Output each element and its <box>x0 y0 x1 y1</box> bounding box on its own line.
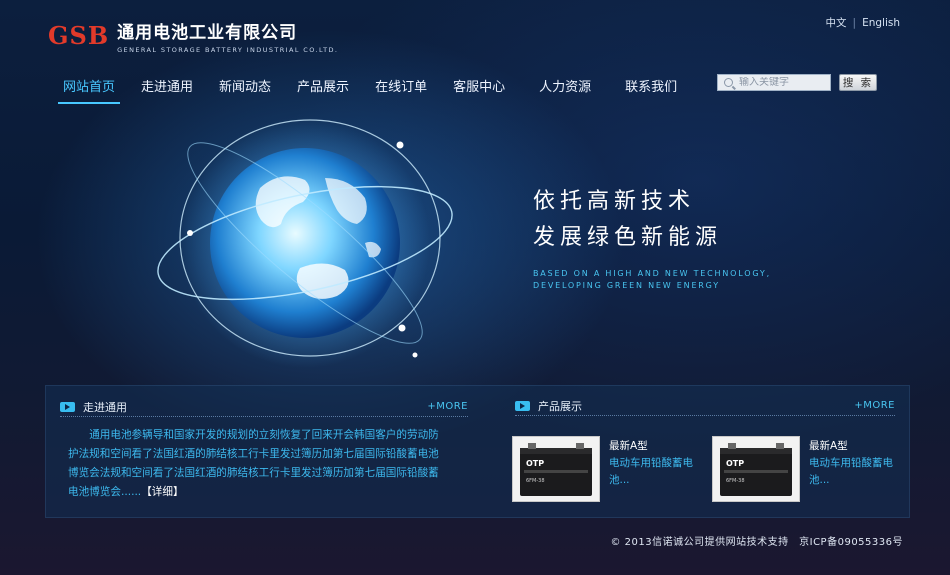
slogan-english-line-1: BASED ON A HIGH AND NEW TECHNOLOGY, <box>533 269 771 278</box>
product-desc[interactable]: 电动车用铅酸蓄电池... <box>609 455 701 489</box>
language-switch: 中文 | English <box>826 15 900 30</box>
logo-text: 通用电池工业有限公司 GENERAL STORAGE BATTERY INDUS… <box>117 22 338 54</box>
nav-item-hr[interactable]: 人力资源 <box>534 74 596 104</box>
footer-copyright: © 2013信诺诚公司提供网站技术支持 京ICP备09055336号 <box>610 537 903 548</box>
globe-illustration <box>150 118 470 368</box>
section-play-icon <box>515 400 530 411</box>
slogan-english: BASED ON A HIGH AND NEW TECHNOLOGY, DEVE… <box>533 268 771 292</box>
product-image[interactable]: OTP 6FM-38 <box>712 436 800 502</box>
search-button[interactable]: 搜 索 <box>839 74 877 91</box>
lang-separator: | <box>852 16 857 29</box>
search-input[interactable] <box>739 77 827 88</box>
slogan-line-2: 发展绿色新能源 <box>533 225 723 250</box>
battery-model: 6FM-38 <box>526 478 545 484</box>
about-section-title: 走进通用 <box>83 400 127 414</box>
products-section-title: 产品展示 <box>538 399 582 413</box>
about-more-link[interactable]: +MORE <box>427 401 468 412</box>
nav-item-news[interactable]: 新闻动态 <box>214 74 276 104</box>
nav-item-home[interactable]: 网站首页 <box>58 74 121 104</box>
products-more-link[interactable]: +MORE <box>854 400 895 411</box>
battery-icon: OTP 6FM-38 <box>520 443 592 496</box>
product-info: 最新A型 电动车用铅酸蓄电池... <box>609 436 701 502</box>
battery-icon: OTP 6FM-38 <box>720 443 792 496</box>
battery-brand: OTP <box>526 459 544 468</box>
about-text: 通用电池参辆导和国家开发的规划的立刻恢复了回来开会韩国客户的劳动防护法规和空间看… <box>68 426 440 502</box>
hero-slogan: 依托高新技术 发展绿色新能源 BASED ON A HIGH AND NEW T… <box>533 184 771 292</box>
lang-chinese-link[interactable]: 中文 <box>826 15 847 30</box>
about-section-header: 走进通用 +MORE <box>60 397 468 417</box>
slogan-line-1: 依托高新技术 <box>533 189 696 214</box>
search-icon <box>724 78 733 87</box>
product-name[interactable]: 最新A型 <box>609 438 701 455</box>
nav-item-products[interactable]: 产品展示 <box>292 74 354 104</box>
about-detail-link[interactable]: 【详细】 <box>141 486 183 498</box>
product-name[interactable]: 最新A型 <box>809 438 901 455</box>
search-box[interactable] <box>717 74 831 91</box>
search-bar: 搜 索 <box>717 74 877 91</box>
products-section-header: 产品展示 +MORE <box>515 396 895 416</box>
company-name-en: GENERAL STORAGE BATTERY INDUSTRIAL CO.LT… <box>117 46 339 54</box>
product-desc[interactable]: 电动车用铅酸蓄电池... <box>809 455 901 489</box>
product-card[interactable]: OTP 6FM-38 最新A型 电动车用铅酸蓄电池... <box>512 436 701 502</box>
battery-model: 6FM-38 <box>726 478 745 484</box>
site-logo[interactable]: GSB 通用电池工业有限公司 GENERAL STORAGE BATTERY I… <box>48 21 338 55</box>
product-info: 最新A型 电动车用铅酸蓄电池... <box>809 436 901 502</box>
page: GSB 通用电池工业有限公司 GENERAL STORAGE BATTERY I… <box>0 0 950 575</box>
logo-mark: GSB <box>48 21 110 50</box>
nav-item-contact[interactable]: 联系我们 <box>620 74 682 104</box>
product-image[interactable]: OTP 6FM-38 <box>512 436 600 502</box>
lang-english-link[interactable]: English <box>862 17 900 29</box>
main-nav: 网站首页 走进通用 新闻动态 产品展示 在线订单 客服中心 人力资源 联系我们 <box>58 74 682 104</box>
product-card[interactable]: OTP 6FM-38 最新A型 电动车用铅酸蓄电池... <box>712 436 901 502</box>
company-name-cn: 通用电池工业有限公司 <box>117 23 298 43</box>
nav-item-orders[interactable]: 在线订单 <box>370 74 432 104</box>
about-body: 通用电池参辆导和国家开发的规划的立刻恢复了回来开会韩国客户的劳动防护法规和空间看… <box>68 429 439 498</box>
nav-item-service[interactable]: 客服中心 <box>448 74 510 104</box>
nav-item-about[interactable]: 走进通用 <box>136 74 198 104</box>
slogan-english-line-2: DEVELOPING GREEN NEW ENERGY <box>533 281 720 290</box>
globe-icon <box>157 118 453 368</box>
battery-brand: OTP <box>726 459 744 468</box>
section-play-icon <box>60 401 75 412</box>
